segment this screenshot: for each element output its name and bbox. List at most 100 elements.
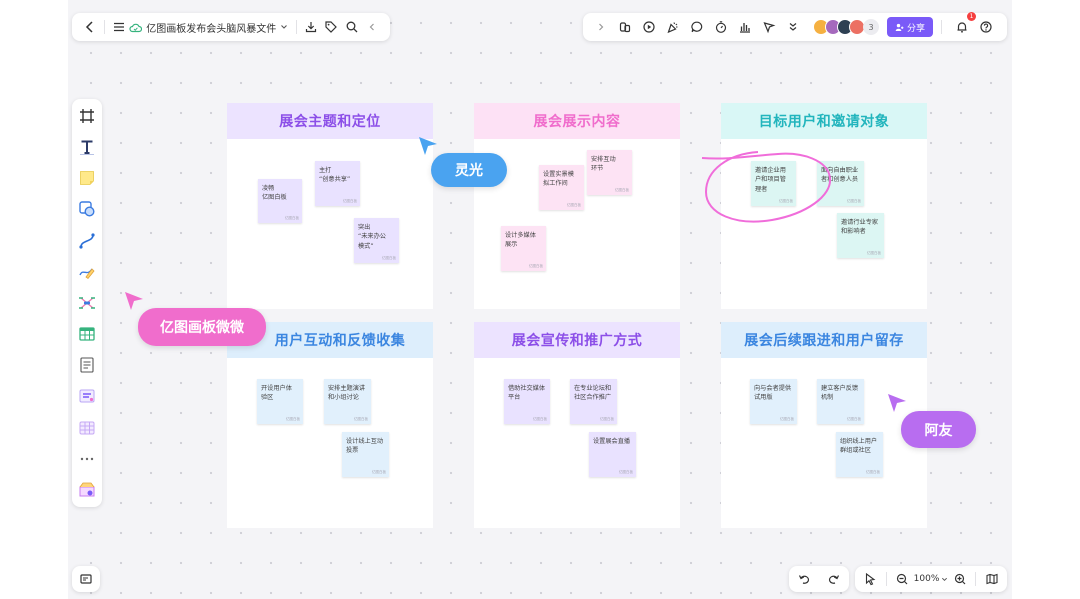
- sticky-note-text: 设置实景模 拟工作间: [543, 171, 574, 188]
- redo-icon: [828, 575, 840, 584]
- grid-tool[interactable]: [76, 417, 98, 439]
- search-button[interactable]: [342, 15, 362, 39]
- sticky-note[interactable]: 主打 “创意共享” 亿图白板: [315, 161, 360, 206]
- template-box-icon: [79, 482, 95, 497]
- more-tools-button[interactable]: [781, 15, 805, 39]
- document-tool[interactable]: [76, 354, 98, 376]
- party-icon: [667, 22, 678, 34]
- sticky-note-tag: 亿图白板: [600, 416, 614, 421]
- table-tool[interactable]: [76, 323, 98, 345]
- shape-tool[interactable]: [76, 198, 98, 220]
- double-chevron-down-icon: [789, 23, 797, 31]
- sticky-note-tag: 亿图白板: [285, 215, 299, 220]
- cursor-pointer-icon: [888, 394, 906, 412]
- divider: [296, 20, 298, 34]
- expand-toolbar-button[interactable]: [589, 15, 613, 39]
- share-button[interactable]: 分享: [887, 17, 934, 37]
- pen-tool[interactable]: [76, 261, 98, 283]
- celebrate-button[interactable]: [661, 15, 685, 39]
- sticky-note[interactable]: 突出 “未来办公 模式” 亿图白板: [354, 218, 399, 263]
- redo-button[interactable]: [822, 567, 846, 591]
- comment-button[interactable]: [685, 15, 709, 39]
- sticky-note[interactable]: 安排主题演讲 和小组讨论 亿图白板: [324, 379, 371, 424]
- sticky-note[interactable]: 开设用户体 验区 亿图白板: [257, 379, 303, 424]
- frame-title[interactable]: 展会后续跟进和用户留存: [721, 322, 927, 358]
- collapse-toolbar-button[interactable]: [362, 15, 382, 39]
- sticky-note[interactable]: 借助社交媒体 平台 亿图白板: [504, 379, 550, 424]
- sticky-note-tool[interactable]: [76, 167, 98, 189]
- ai-assistant-button[interactable]: [613, 15, 637, 39]
- sticky-note[interactable]: 设计多媒体 展示 亿图白板: [501, 226, 546, 271]
- top-left-toolbar: 亿图画板发布会头脑风暴文件: [72, 13, 390, 41]
- document-title-text: 亿图画板发布会头脑风暴文件: [146, 23, 277, 35]
- more-dots-icon: [80, 457, 94, 460]
- text-tool[interactable]: [76, 136, 98, 158]
- frame-title[interactable]: 展会宣传和推广方式: [474, 322, 680, 358]
- connector-tool[interactable]: [76, 230, 98, 252]
- freehand-circle-annotation[interactable]: [698, 148, 840, 230]
- frame-promotion[interactable]: 展会宣传和推广方式 借助社交媒体 平台 亿图白板 在专业论坛和 社区合作推广 亿…: [474, 322, 680, 528]
- zoom-level-dropdown[interactable]: 100%: [914, 574, 949, 584]
- search-icon: [346, 21, 358, 33]
- notifications-button[interactable]: 1: [950, 12, 977, 39]
- sticky-note[interactable]: 组织线上用户 群组或社区 亿图白板: [836, 432, 883, 477]
- more-tools-button[interactable]: [76, 448, 98, 470]
- play-icon: [643, 21, 655, 33]
- frame-followup-retention[interactable]: 展会后续跟进和用户留存 向与会者提供 试用版 亿图白板 建立客户反馈 机制 亿图…: [721, 322, 927, 528]
- sticky-note[interactable]: 建立客户反馈 机制 亿图白板: [817, 379, 864, 424]
- tag-button[interactable]: [321, 15, 341, 39]
- sticky-note[interactable]: 向与会者提供 试用版 亿图白板: [750, 379, 797, 424]
- sticky-note-tag: 亿图白板: [372, 469, 386, 474]
- template-tool[interactable]: [76, 479, 98, 501]
- sticky-note-tag: 亿图白板: [529, 263, 543, 268]
- cursor-pointer-icon: [419, 137, 437, 155]
- select-tool-button[interactable]: [859, 567, 882, 591]
- sticky-note[interactable]: 凌畅 亿图白板 亿图白板: [258, 179, 302, 223]
- share-label: 分享: [907, 23, 926, 34]
- left-tool-palette: [72, 99, 102, 507]
- minimap-toggle[interactable]: [72, 566, 100, 592]
- pen-icon: [79, 268, 95, 279]
- frame-title[interactable]: 展会展示内容: [474, 103, 680, 139]
- sticky-note-text: 凌畅 亿图白板: [262, 185, 287, 202]
- timer-button[interactable]: [709, 15, 733, 39]
- sticky-note[interactable]: 设计线上互动 投票 亿图白板: [342, 432, 389, 477]
- undo-redo-bar: [789, 566, 849, 592]
- collaborator-cursor-label: 灵光: [431, 153, 507, 187]
- sticky-note[interactable]: 设置实景模 拟工作间 亿图白板: [539, 165, 584, 210]
- collaborator-avatars[interactable]: 3: [813, 19, 879, 35]
- zoom-in-button[interactable]: [948, 567, 971, 591]
- back-button[interactable]: [80, 15, 100, 39]
- chevron-right-icon: [599, 23, 604, 31]
- sticky-note-text: 主打 “创意共享”: [319, 167, 351, 184]
- menu-button[interactable]: [109, 15, 129, 39]
- document-title[interactable]: 亿图画板发布会头脑风暴文件: [129, 20, 288, 35]
- present-button[interactable]: [637, 15, 661, 39]
- zoom-out-button[interactable]: [891, 567, 914, 591]
- frame-user-interaction[interactable]: 用户互动和反馈收集 开设用户体 验区 亿图白板 安排主题演讲 和小组讨论 亿图白…: [227, 322, 433, 528]
- chevron-left-icon: [369, 23, 374, 31]
- sticky-note-tag: 亿图白板: [286, 416, 300, 421]
- mindmap-tool[interactable]: [76, 292, 98, 314]
- frame-title[interactable]: 展会主题和定位: [227, 103, 433, 139]
- frame-tool[interactable]: [76, 105, 98, 127]
- follow-button[interactable]: [757, 15, 781, 39]
- collaborator-cursor-label: 阿友: [901, 411, 976, 448]
- frame-exhibit-content[interactable]: 展会展示内容 设置实景模 拟工作间 亿图白板 安排互动 环节 亿图白板 设计多媒…: [474, 103, 680, 309]
- curve-line-icon: [79, 233, 95, 249]
- frame-title[interactable]: 目标用户和邀请对象: [721, 103, 927, 139]
- sticky-note[interactable]: 设置展会直播 亿图白板: [589, 432, 636, 477]
- download-button[interactable]: [301, 15, 321, 39]
- help-button[interactable]: [974, 15, 998, 39]
- zoom-out-icon: [897, 573, 908, 585]
- top-right-toolbar: 3 分享 1: [583, 12, 1007, 41]
- frame-theme-positioning[interactable]: 展会主题和定位 凌畅 亿图白板 亿图白板 主打 “创意共享” 亿图白板 突出 “…: [227, 103, 433, 309]
- map-view-button[interactable]: [980, 567, 1003, 591]
- undo-button[interactable]: [792, 567, 816, 591]
- kanban-tool[interactable]: [76, 385, 98, 407]
- sticky-note[interactable]: 在专业论坛和 社区合作推广 亿图白板: [570, 379, 617, 424]
- collaborator-cursor-label: 亿图画板微微: [138, 308, 266, 346]
- sticky-note[interactable]: 安排互动 环节 亿图白板: [587, 150, 632, 195]
- vote-button[interactable]: [733, 15, 757, 39]
- sticky-note[interactable]: 邀请行业专家 和影响者 亿图白板: [837, 213, 884, 258]
